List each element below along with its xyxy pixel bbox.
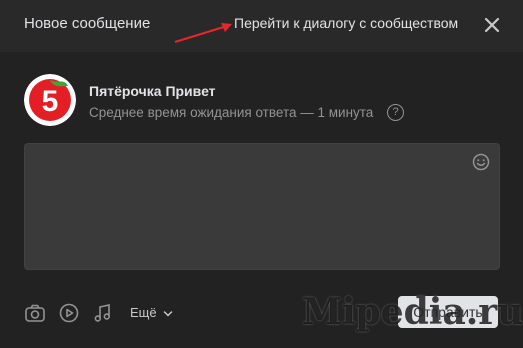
more-label: Ещё [130, 305, 157, 320]
emoji-icon[interactable] [472, 153, 490, 171]
community-info: 5 Пятёрочка Привет Среднее время ожидани… [24, 74, 504, 130]
camera-icon[interactable] [24, 302, 46, 324]
send-button[interactable]: Отправить [398, 296, 498, 328]
chevron-down-icon [163, 310, 173, 317]
annotation-arrow-icon [174, 23, 232, 44]
response-time-text: Среднее время ожидания ответа — 1 минута [89, 105, 374, 120]
close-icon[interactable] [482, 15, 502, 35]
community-name[interactable]: Пятёрочка Привет [89, 83, 216, 99]
video-icon[interactable] [58, 302, 80, 324]
music-icon[interactable] [92, 302, 114, 324]
more-attachments-button[interactable]: Ещё [130, 305, 173, 320]
goto-dialog-link[interactable]: Перейти к диалогу с сообществом [234, 15, 458, 31]
logo-digit: 5 [42, 85, 59, 118]
modal-title: Новое сообщение [24, 15, 151, 32]
help-icon[interactable]: ? [387, 104, 404, 121]
message-input-container [24, 143, 500, 270]
modal-header: Новое сообщение Перейти к диалогу с сооб… [0, 0, 523, 52]
message-toolbar: Ещё Отправить [24, 296, 500, 328]
community-avatar[interactable]: 5 [24, 74, 76, 126]
message-input[interactable] [35, 152, 469, 264]
